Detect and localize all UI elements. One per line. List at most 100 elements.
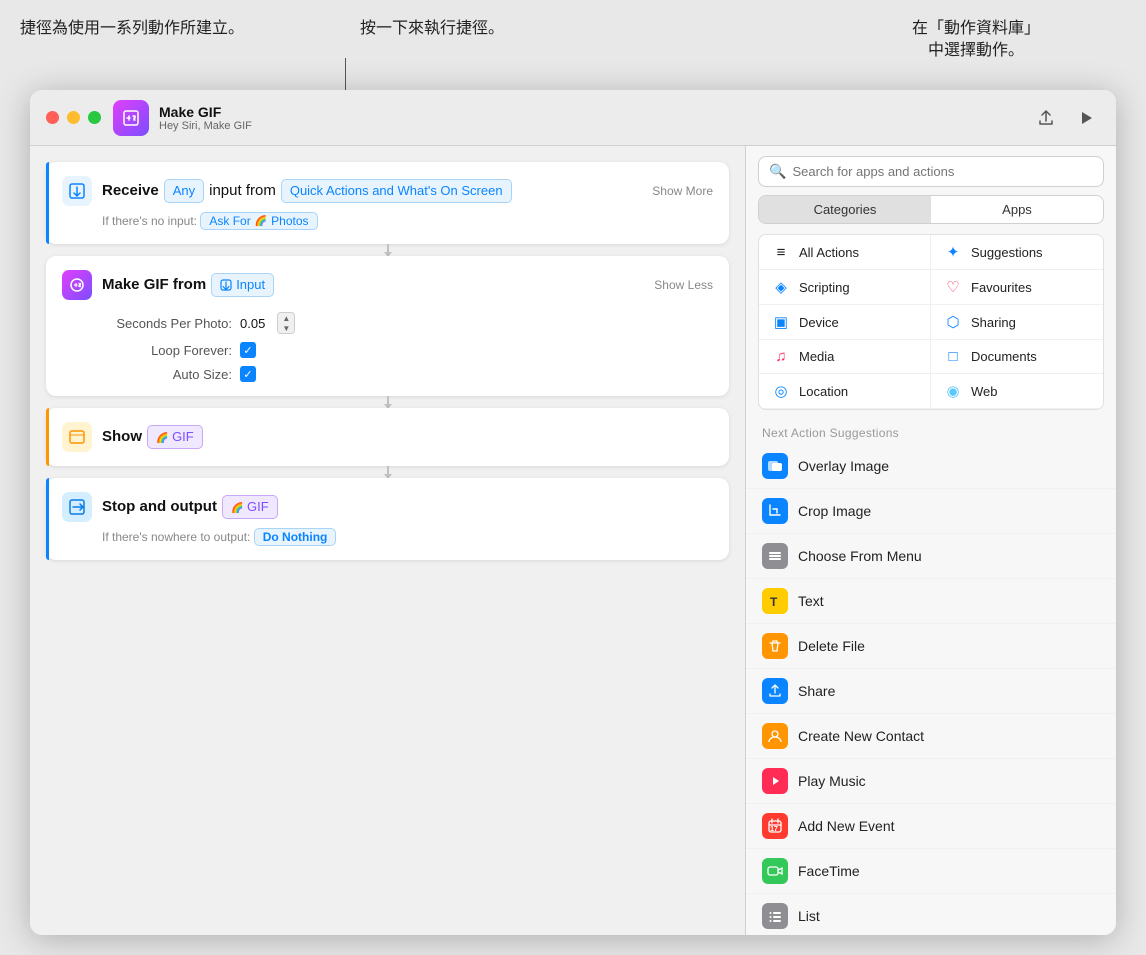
media-icon: ♫	[771, 348, 791, 365]
connector-2	[387, 396, 389, 408]
makegif-input-token[interactable]: Input	[211, 273, 274, 297]
location-label: Location	[799, 384, 848, 399]
documents-icon: □	[943, 348, 963, 365]
category-favourites[interactable]: ♡ Favourites	[931, 270, 1103, 305]
traffic-lights	[46, 111, 101, 124]
show-gif-token[interactable]: 🌈 GIF	[147, 425, 203, 449]
suggestions-label: Suggestions	[971, 245, 1043, 260]
annotation-right: 在「動作資料庫」中選擇動作。	[826, 10, 1126, 63]
overlay-image-icon	[762, 453, 788, 479]
category-location[interactable]: ◎ Location	[759, 374, 931, 409]
receive-any-token[interactable]: Any	[164, 179, 204, 203]
sharing-label: Sharing	[971, 315, 1016, 330]
category-documents[interactable]: □ Documents	[931, 340, 1103, 374]
stepper-up[interactable]: ▲	[278, 313, 294, 323]
filter-tabs: Categories Apps	[758, 195, 1104, 224]
step-receive: Receive Any input from Quick Actions and…	[46, 162, 729, 244]
media-label: Media	[799, 349, 834, 364]
connector-1	[387, 244, 389, 256]
device-icon: ▣	[771, 313, 791, 331]
action-text[interactable]: T Text	[746, 579, 1116, 624]
run-button[interactable]	[1072, 104, 1100, 132]
ask-for-token[interactable]: Ask For 🌈 Photos	[200, 212, 317, 230]
tab-apps[interactable]: Apps	[931, 196, 1103, 223]
category-media[interactable]: ♫ Media	[759, 340, 931, 374]
close-button[interactable]	[46, 111, 59, 124]
action-overlay-image[interactable]: Overlay Image	[746, 444, 1116, 489]
category-device[interactable]: ▣ Device	[759, 305, 931, 340]
action-library: 🔍 Categories Apps ≡ All Actions ✦ Sugges…	[746, 146, 1116, 935]
search-bar: 🔍	[758, 156, 1104, 187]
action-add-event[interactable]: 17 Add New Event	[746, 804, 1116, 849]
seconds-value: 0.05	[240, 316, 265, 331]
window-title: Make GIF	[159, 104, 252, 120]
receive-content: Receive Any input from Quick Actions and…	[102, 179, 642, 203]
scripting-icon: ◈	[771, 278, 791, 296]
categories-grid: ≡ All Actions ✦ Suggestions ◈ Scripting …	[758, 234, 1104, 410]
action-list: Next Action Suggestions Overlay Image Cr…	[746, 420, 1116, 935]
show-content: Show 🌈 GIF	[102, 425, 713, 449]
minimize-button[interactable]	[67, 111, 80, 124]
loop-checkbox[interactable]: ✓	[240, 342, 256, 358]
create-contact-label: Create New Contact	[798, 728, 924, 744]
create-contact-icon	[762, 723, 788, 749]
content-area: Receive Any input from Quick Actions and…	[30, 146, 1116, 935]
action-list[interactable]: List	[746, 894, 1116, 935]
category-scripting[interactable]: ◈ Scripting	[759, 270, 931, 305]
text-icon: T	[762, 588, 788, 614]
location-icon: ◎	[771, 382, 791, 400]
step-show: Show 🌈 GIF	[46, 408, 729, 466]
category-web[interactable]: ◉ Web	[931, 374, 1103, 409]
action-share[interactable]: Share	[746, 669, 1116, 714]
category-all-actions[interactable]: ≡ All Actions	[759, 235, 931, 270]
seconds-label: Seconds Per Photo:	[102, 316, 232, 331]
stop-icon	[62, 492, 92, 522]
category-sharing[interactable]: ⬡ Sharing	[931, 305, 1103, 340]
play-music-label: Play Music	[798, 773, 866, 789]
stop-label: Stop and output	[102, 496, 217, 519]
tab-categories[interactable]: Categories	[759, 196, 931, 223]
receive-subtext: If there's no input: Ask For 🌈 Photos	[102, 212, 713, 230]
list-label: List	[798, 908, 820, 924]
delete-file-icon	[762, 633, 788, 659]
sharing-icon: ⬡	[943, 313, 963, 331]
share-button[interactable]	[1032, 104, 1060, 132]
action-delete-file[interactable]: Delete File	[746, 624, 1116, 669]
autosize-checkbox[interactable]: ✓	[240, 366, 256, 382]
action-create-contact[interactable]: Create New Contact	[746, 714, 1116, 759]
svg-text:17: 17	[770, 826, 778, 833]
annotation-left: 捷徑為使用一系列動作所建立。	[20, 10, 360, 40]
maximize-button[interactable]	[88, 111, 101, 124]
receive-icon	[62, 176, 92, 206]
window-subtitle: Hey Siri, Make GIF	[159, 120, 252, 132]
choose-menu-label: Choose From Menu	[798, 548, 922, 564]
makegif-icon	[62, 270, 92, 300]
annotation-center: 按一下來執行捷徑。	[360, 10, 640, 40]
stepper-down[interactable]: ▼	[278, 323, 294, 333]
seconds-stepper[interactable]: ▲ ▼	[277, 312, 295, 334]
app-icon	[113, 100, 149, 136]
overlay-image-label: Overlay Image	[798, 458, 889, 474]
step-makegif: Make GIF from Input Show Less Seconds Pe…	[46, 256, 729, 396]
action-choose-menu[interactable]: Choose From Menu	[746, 534, 1116, 579]
add-event-label: Add New Event	[798, 818, 895, 834]
receive-source-token[interactable]: Quick Actions and What's On Screen	[281, 179, 512, 203]
action-facetime[interactable]: FaceTime	[746, 849, 1116, 894]
all-actions-label: All Actions	[799, 245, 859, 260]
search-input[interactable]	[792, 164, 1093, 179]
show-less-button[interactable]: Show Less	[654, 278, 713, 292]
receive-middle-text: input from	[209, 180, 276, 203]
crop-image-icon	[762, 498, 788, 524]
action-crop-image[interactable]: Crop Image	[746, 489, 1116, 534]
all-actions-icon: ≡	[771, 244, 791, 261]
main-window: Make GIF Hey Siri, Make GIF	[30, 90, 1116, 935]
show-icon	[62, 422, 92, 452]
show-more-button[interactable]: Show More	[652, 184, 713, 198]
do-nothing-button[interactable]: Do Nothing	[254, 528, 337, 546]
stop-gif-token[interactable]: 🌈 GIF	[222, 495, 278, 519]
makegif-content: Make GIF from Input	[102, 273, 644, 297]
category-suggestions[interactable]: ✦ Suggestions	[931, 235, 1103, 270]
list-icon	[762, 903, 788, 929]
action-play-music[interactable]: Play Music	[746, 759, 1116, 804]
stop-content: Stop and output 🌈 GIF	[102, 495, 713, 519]
